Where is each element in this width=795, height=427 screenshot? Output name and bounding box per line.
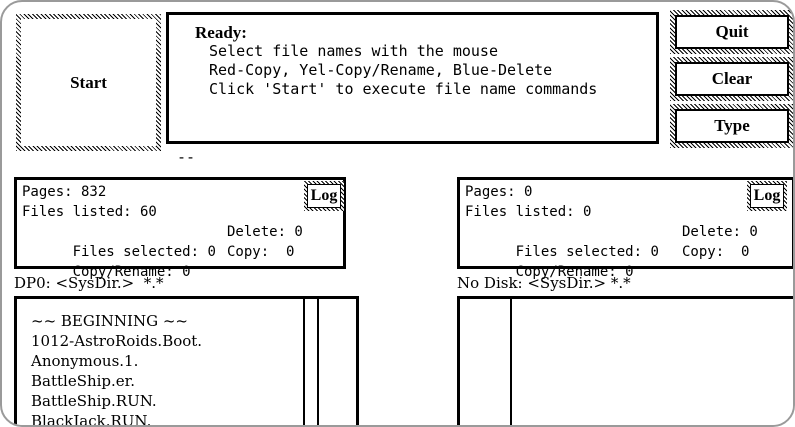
list-item[interactable]: Anonymous.1. (31, 351, 303, 371)
log-button-label: Log (750, 184, 784, 208)
right-directory-label[interactable]: No Disk: <SysDir.> *.* (457, 274, 631, 292)
files-listed: Files listed: 60 (22, 204, 157, 220)
type-button-label: Type (675, 109, 789, 143)
scrollbar[interactable] (305, 299, 319, 425)
quit-button[interactable]: Quit (670, 10, 793, 54)
left-directory-label[interactable]: DP0: <SysDir.> *.* (14, 274, 164, 292)
pages-count: Pages: 832 (22, 184, 107, 200)
file-list-body: ~~ BEGINNING ~~ 1012-AstroRoids.Boot. An… (17, 299, 305, 425)
clear-button[interactable]: Clear (670, 57, 793, 101)
message-line: Select file names with the mouse (209, 42, 498, 60)
log-button[interactable]: Log (747, 181, 787, 211)
files-listed: Files listed: 0 (465, 204, 592, 220)
quit-button-label: Quit (675, 15, 789, 49)
scrollbar[interactable] (460, 299, 512, 425)
log-button-label: Log (307, 184, 341, 208)
status-dashes: -- (177, 148, 196, 166)
left-file-list: ~~ BEGINNING ~~ 1012-AstroRoids.Boot. An… (14, 296, 359, 425)
app-window: Start Ready: Select file names with the … (0, 0, 795, 427)
pages-count: Pages: 0 (465, 184, 533, 200)
copy-count: Copy: 0 (227, 244, 295, 260)
list-item[interactable]: BattleShip.RUN. (31, 391, 303, 411)
message-title: Ready: (195, 23, 247, 42)
right-stats-panel: Pages: 0 Files listed: 0 Files selected:… (457, 177, 793, 280)
list-item[interactable]: ~~ BEGINNING ~~ (31, 311, 303, 331)
type-button[interactable]: Type (670, 104, 793, 148)
list-item[interactable]: 1012-AstroRoids.Boot. (31, 331, 303, 351)
list-item[interactable]: BlackJack.RUN. (31, 411, 303, 425)
message-box: Ready: Select file names with the mouse … (166, 12, 659, 144)
delete-count: Delete: 0 (227, 224, 303, 240)
log-button[interactable]: Log (304, 181, 344, 211)
clear-button-label: Clear (675, 62, 789, 96)
copy-count: Copy: 0 (682, 244, 750, 260)
left-stats-panel: Pages: 832 Files listed: 60 Files select… (14, 177, 346, 280)
message-line: Click 'Start' to execute file name comma… (209, 80, 598, 98)
delete-count: Delete: 0 (682, 224, 758, 240)
start-button-label: Start (21, 19, 156, 146)
start-button[interactable]: Start (16, 14, 161, 151)
message-line: Red-Copy, Yel-Copy/Rename, Blue-Delete (209, 61, 553, 79)
right-file-list (457, 296, 793, 425)
list-item[interactable]: BattleShip.er. (31, 371, 303, 391)
